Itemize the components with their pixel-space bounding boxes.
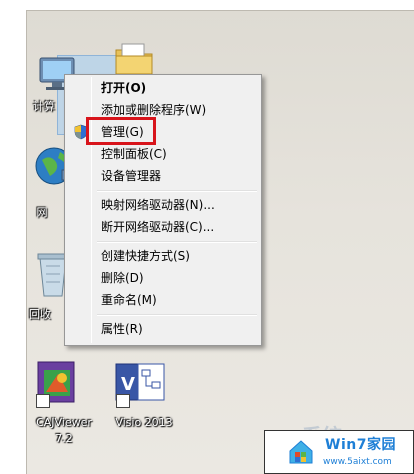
visio-label: Visio 2013: [115, 416, 173, 429]
manage-highlight-box: [86, 117, 156, 145]
menu-item-open[interactable]: 打开(O): [67, 77, 259, 99]
context-menu: 打开(O) 添加或删除程序(W) 管理(G) 控制面板(C) 设备管理器 映射网…: [64, 74, 262, 346]
visio-desktop-icon[interactable]: V Visio 2013: [112, 360, 176, 452]
menu-item-device-manager[interactable]: 设备管理器: [67, 165, 259, 187]
menu-item-label: 添加或删除程序(W): [101, 103, 207, 117]
network-label: 网: [36, 206, 48, 219]
menu-item-label: 映射网络驱动器(N)...: [101, 198, 215, 212]
menu-item-label: 断开网络驱动器(C)...: [101, 220, 215, 234]
cajviewer-icon: [32, 360, 96, 414]
cajviewer-label-line1: CAJViewer: [36, 416, 92, 429]
menu-item-label: 属性(R): [101, 322, 143, 336]
menu-item-create-shortcut[interactable]: 创建快捷方式(S): [67, 245, 259, 267]
shortcut-arrow-icon: [116, 394, 130, 408]
menu-separator: [67, 238, 259, 245]
menu-item-label: 重命名(M): [101, 293, 157, 307]
menu-item-properties[interactable]: 属性(R): [67, 318, 259, 340]
menu-item-rename[interactable]: 重命名(M): [67, 289, 259, 311]
menu-item-label: 控制面板(C): [101, 147, 167, 161]
cajviewer-label-line2: 7.2: [55, 432, 73, 445]
svg-text:V: V: [121, 374, 135, 395]
visio-icon: V: [112, 360, 176, 414]
menu-item-label: 创建快捷方式(S): [101, 249, 190, 263]
shortcut-arrow-icon: [36, 394, 50, 408]
watermark-title: Win7家园: [325, 437, 396, 453]
recycle-bin-label: 回收: [29, 308, 51, 321]
menu-separator: [67, 311, 259, 318]
cajviewer-desktop-icon[interactable]: CAJViewer 7.2: [32, 360, 96, 452]
folder-icon: [114, 42, 154, 76]
menu-item-map-network-drive[interactable]: 映射网络驱动器(N)...: [67, 194, 259, 216]
menu-item-control-panel[interactable]: 控制面板(C): [67, 143, 259, 165]
watermark-url: www.5aixt.com: [323, 457, 392, 467]
win7-home-logo-icon: [287, 437, 315, 465]
watermark: Win7家园 www.5aixt.com: [264, 430, 414, 474]
menu-item-delete[interactable]: 删除(D): [67, 267, 259, 289]
computer-label: 计算: [33, 100, 55, 113]
menu-separator: [67, 187, 259, 194]
menu-item-label: 删除(D): [101, 271, 144, 285]
menu-item-disconnect-network-drive[interactable]: 断开网络驱动器(C)...: [67, 216, 259, 238]
menu-item-label: 打开(O): [101, 81, 147, 95]
menu-item-label: 设备管理器: [101, 169, 162, 183]
